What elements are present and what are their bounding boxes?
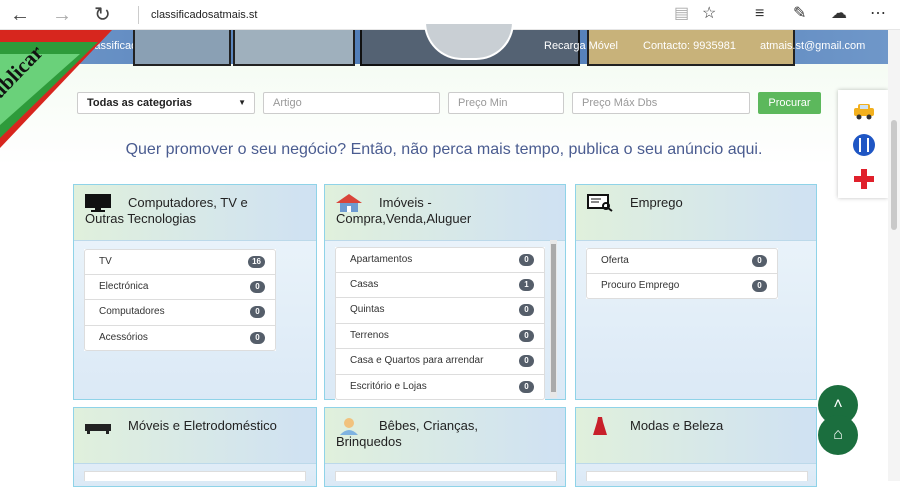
panel-title[interactable]: Modas e Beleza bbox=[587, 418, 723, 434]
publicar-ribbon-graphic: publicar bbox=[0, 30, 112, 148]
artigo-input[interactable]: Artigo bbox=[263, 92, 440, 114]
category-list: Apartamentos 0 Casas 1 Quintas 0 Terrenos 0 … bbox=[335, 247, 545, 400]
count-badge: 0 bbox=[250, 280, 265, 293]
banner-image bbox=[133, 30, 231, 66]
category-panel-bebes: Bêbes, Crianças, Brinquedos bbox=[324, 407, 566, 487]
list-item[interactable]: Terrenos 0 bbox=[335, 323, 545, 349]
favorite-star-icon[interactable]: ☆ bbox=[702, 5, 716, 23]
count-badge: 0 bbox=[519, 254, 534, 266]
panel-title-2[interactable]: Compra,Venda,Aluguer bbox=[336, 211, 471, 227]
search-button[interactable]: Procurar bbox=[758, 92, 821, 114]
count-badge: 0 bbox=[250, 306, 265, 318]
panel-title[interactable]: Imóveis - bbox=[336, 195, 471, 211]
web-note-icon[interactable]: ✎ bbox=[793, 5, 806, 23]
recarga-link[interactable]: Recarga Móvel bbox=[544, 40, 618, 52]
clock-image bbox=[424, 22, 514, 60]
panel-title-2[interactable]: Brinquedos bbox=[336, 434, 478, 450]
publicar-ribbon[interactable]: publicar bbox=[0, 30, 112, 148]
category-panel-modas: Modas e Beleza bbox=[575, 407, 817, 487]
reading-view-icon[interactable]: ▤ bbox=[674, 5, 689, 23]
side-toolbar bbox=[838, 90, 888, 198]
caret-down-icon: ▼ bbox=[238, 98, 246, 107]
price-max-input[interactable]: Preço Máx Dbs bbox=[572, 92, 750, 114]
more-icon[interactable]: ⋯ bbox=[870, 5, 886, 23]
panel-title-2[interactable]: Outras Tecnologias bbox=[85, 211, 248, 227]
address-bar[interactable]: classificadosatmais.st bbox=[138, 6, 668, 24]
list-item[interactable]: Computadores 0 bbox=[84, 300, 276, 326]
count-badge: 0 bbox=[519, 329, 534, 342]
panel-title[interactable]: Bêbes, Crianças, bbox=[336, 418, 478, 434]
share-icon[interactable]: ☁ bbox=[831, 5, 847, 23]
page: AT Classificados ATMais STP Recarga Móve… bbox=[0, 22, 888, 487]
panel-title[interactable]: Emprego bbox=[587, 195, 683, 211]
count-badge: 0 bbox=[519, 355, 534, 367]
contact-text: Contacto: 9935981 bbox=[643, 40, 736, 52]
site-header: AT Classificados ATMais STP Recarga Móve… bbox=[0, 22, 888, 66]
count-badge: 0 bbox=[519, 304, 534, 316]
category-panel-imoveis: Imóveis - Compra,Venda,Aluguer Apartament… bbox=[324, 184, 566, 400]
list-item[interactable]: Oferta 0 bbox=[586, 248, 778, 274]
category-list: Oferta 0 Procuro Emprego 0 bbox=[586, 248, 778, 299]
promo-text[interactable]: Quer promover o seu negócio? Então, não … bbox=[0, 141, 888, 159]
list-item[interactable]: Casa e Quartos para arrendar 0 bbox=[335, 349, 545, 375]
list-item[interactable]: Escritório e Lojas 0 bbox=[335, 374, 545, 400]
category-select[interactable]: Todas as categorias ▼ bbox=[77, 92, 255, 114]
car-icon[interactable] bbox=[852, 102, 876, 120]
category-panel-computadores: Computadores, TV e Outras Tecnologias TV 1… bbox=[73, 184, 317, 400]
hub-icon[interactable]: ≡ bbox=[755, 5, 764, 23]
email-link[interactable]: atmais.st@gmail.com bbox=[760, 40, 865, 52]
list-item[interactable]: Casas 1 bbox=[335, 272, 545, 298]
list-item[interactable]: TV 16 bbox=[84, 249, 276, 275]
count-badge: 0 bbox=[519, 380, 534, 393]
chevron-up-icon: ˄ bbox=[833, 396, 843, 413]
category-list: TV 16 Electrónica 0 Computadores 0 Acessóri… bbox=[84, 249, 276, 351]
list-item[interactable]: Procuro Emprego 0 bbox=[586, 273, 778, 299]
restaurant-icon[interactable] bbox=[852, 134, 876, 156]
refresh-icon[interactable]: ↻ bbox=[94, 5, 111, 25]
medical-icon[interactable] bbox=[852, 168, 876, 190]
count-badge: 1 bbox=[519, 278, 534, 291]
list-scrollbar[interactable] bbox=[550, 240, 557, 398]
panel-title[interactable]: Computadores, TV e bbox=[85, 195, 248, 211]
list-item[interactable]: Apartamentos 0 bbox=[335, 247, 545, 273]
category-value: Todas as categorias bbox=[87, 97, 192, 109]
forward-icon[interactable]: → bbox=[52, 5, 72, 25]
list-item[interactable]: Electrónica 0 bbox=[84, 274, 276, 300]
list-item[interactable]: Quintas 0 bbox=[335, 298, 545, 324]
count-badge: 16 bbox=[248, 256, 265, 268]
category-panel-emprego: Emprego Oferta 0 Procuro Emprego 0 bbox=[575, 184, 817, 400]
price-min-input[interactable]: Preço Min bbox=[448, 92, 564, 114]
page-scrollbar[interactable] bbox=[888, 30, 900, 481]
banner-image bbox=[233, 30, 355, 66]
home-icon: ⌂ bbox=[833, 426, 843, 443]
count-badge: 0 bbox=[250, 331, 265, 344]
panel-title[interactable]: Móveis e Eletrodoméstico bbox=[85, 418, 277, 434]
home-button[interactable]: ⌂ bbox=[818, 415, 858, 455]
count-badge: 0 bbox=[752, 255, 767, 267]
category-panel-moveis: Móveis e Eletrodoméstico bbox=[73, 407, 317, 487]
count-badge: 0 bbox=[752, 279, 767, 292]
back-icon[interactable]: ← bbox=[10, 5, 30, 25]
list-item[interactable]: Acessórios 0 bbox=[84, 325, 276, 351]
